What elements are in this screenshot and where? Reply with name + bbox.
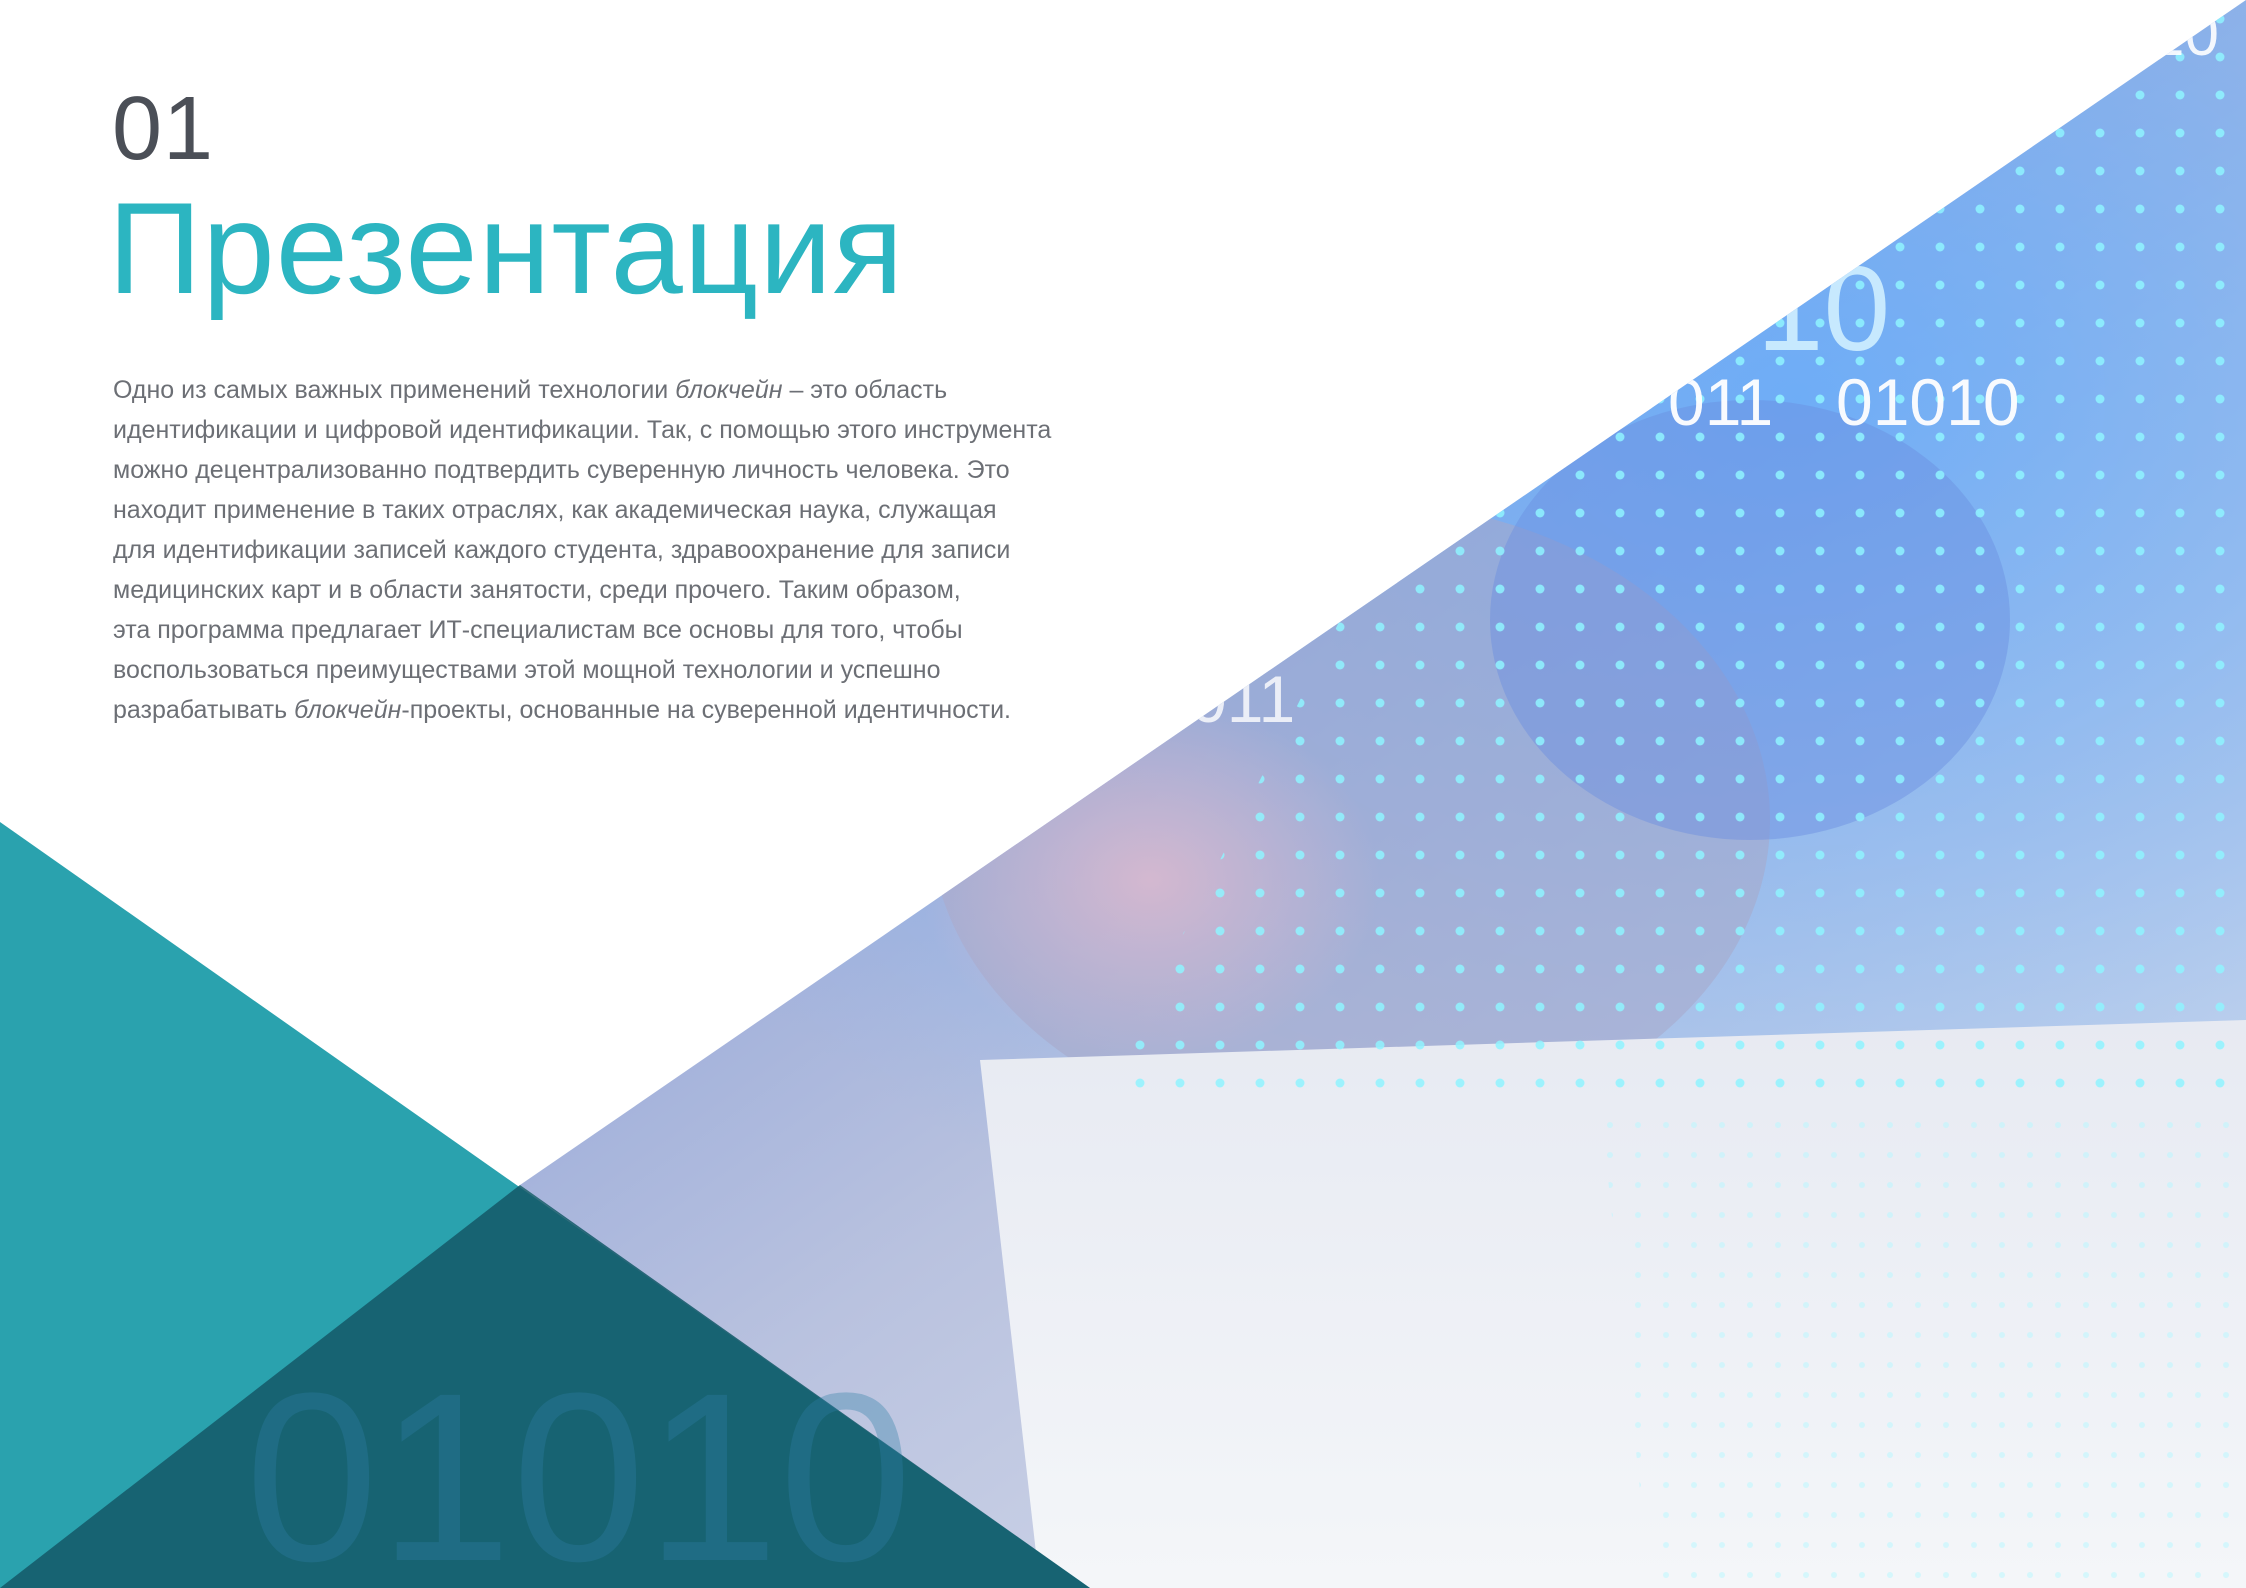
section-number: 01: [112, 79, 215, 179]
binary-mid-text: 011: [1190, 662, 1295, 736]
body-line: медицинских карт и в области занятости, …: [113, 576, 961, 604]
body-line: разрабатывать блокчейн-проекты, основанн…: [113, 696, 1011, 724]
presentation-page: 010 011 01010 011 10 01010 01 Презентаци…: [0, 0, 2246, 1588]
binary-bottom-text: 01010: [245, 1343, 912, 1588]
binary-row-left-text: 011: [1668, 365, 1773, 439]
body-line: находит применение в таких отраслях, как…: [113, 496, 997, 524]
body-line: эта программа предлагает ИТ-специалистам…: [113, 616, 963, 644]
section-title: Презентация: [108, 175, 905, 321]
binary-corner-text: 10: [2150, 0, 2219, 69]
body-paragraph: Одно из самых важных применений технолог…: [113, 370, 1133, 730]
body-line: воспользоваться преимуществами этой мощн…: [113, 656, 941, 684]
binary-row-right-text: 01010: [1836, 365, 2020, 439]
body-line: можно децентрализованно подтвердить суве…: [113, 456, 1010, 484]
body-line: идентификации и цифровой идентификации. …: [113, 416, 1052, 444]
body-line: для идентификации записей каждого студен…: [113, 536, 1011, 564]
binary-top-text: 010: [1690, 242, 1890, 376]
body-line: Одно из самых важных применений технолог…: [113, 376, 948, 404]
